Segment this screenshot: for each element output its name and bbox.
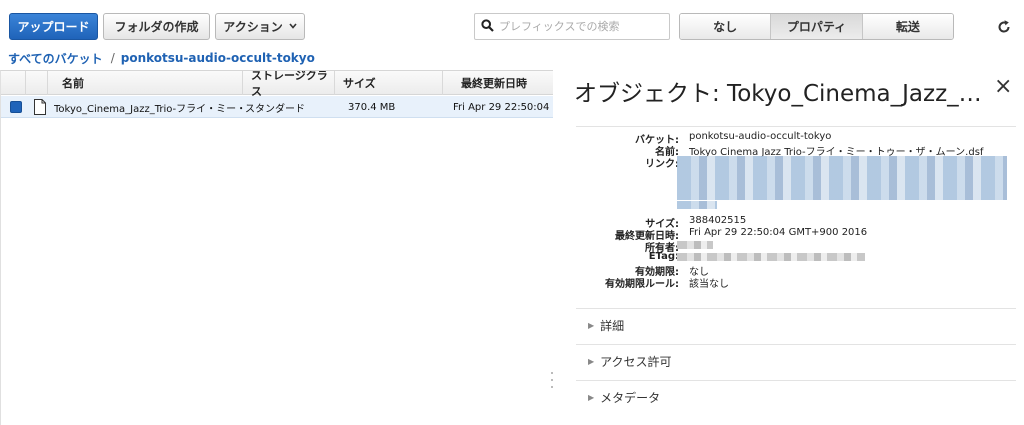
breadcrumb-separator: / — [110, 51, 115, 65]
breadcrumb: すべてのバケット / ponkotsu-audio-occult-tokyo — [8, 50, 315, 66]
prop-expiry-rule-value: 該当なし — [689, 279, 729, 290]
row-modified: Fri Apr 29 22:50:04 G — [453, 101, 553, 113]
segment-properties[interactable]: プロパティ — [771, 14, 863, 39]
actions-button-label: アクション — [223, 20, 283, 34]
expand-triangle-icon: ▶ — [588, 321, 595, 330]
header-select-column — [1, 71, 26, 95]
create-folder-button-label: フォルダの作成 — [114, 20, 199, 34]
file-icon — [33, 99, 47, 115]
refresh-icon[interactable] — [994, 16, 1014, 38]
column-header-modified[interactable]: 最終更新日時 — [443, 71, 553, 95]
prop-etag-label: ETag: — [648, 251, 679, 262]
object-properties: バケット: ponkotsu-audio-occult-tokyo 名前: To… — [576, 126, 1016, 306]
row-name[interactable]: Tokyo_Cinema_Jazz_Trio-フライ・ミー・… — [54, 96, 243, 118]
row-size: 370.4 MB — [348, 101, 396, 113]
breadcrumb-all-buckets[interactable]: すべてのバケット — [8, 50, 103, 67]
s3-console: アップロード フォルダの作成 アクション なし プロパティ 転送 すべてのバ — [0, 0, 1024, 425]
section-details-label: 詳細 — [600, 319, 625, 333]
search-box[interactable] — [474, 13, 670, 40]
prop-expiry-rule-label: 有効期限ルール: — [605, 279, 679, 290]
column-header-size[interactable]: サイズ — [335, 71, 443, 95]
breadcrumb-bucket[interactable]: ponkotsu-audio-occult-tokyo — [121, 51, 315, 65]
section-metadata[interactable]: ▶ メタデータ — [576, 380, 1016, 414]
upload-button-label: アップロード — [17, 20, 90, 34]
prop-link-value-redacted-tail — [677, 201, 717, 209]
segment-none[interactable]: なし — [680, 14, 772, 39]
column-header-storage-class[interactable]: ストレージクラス — [243, 71, 335, 98]
segment-transfers[interactable]: 転送 — [862, 14, 953, 39]
prop-bucket-value: ponkotsu-audio-occult-tokyo — [689, 131, 832, 142]
close-icon[interactable]: × — [994, 76, 1012, 98]
row-storage-class: スタンダード — [245, 103, 305, 115]
panel-title: オブジェクト: Tokyo_Cinema_Jazz_T… — [574, 81, 994, 107]
upload-button[interactable]: アップロード — [9, 13, 98, 40]
header-icon-column — [26, 71, 48, 95]
prop-link-value-redacted[interactable] — [677, 156, 1007, 200]
view-segmented-control: なし プロパティ 転送 — [679, 13, 954, 40]
row-checkbox[interactable] — [10, 101, 22, 113]
prop-owner-value-redacted — [677, 241, 713, 249]
section-permissions-label: アクセス許可 — [600, 355, 672, 369]
prop-size-value: 388402515 — [689, 215, 747, 226]
prop-link-label: リンク: — [645, 159, 679, 170]
expand-triangle-icon: ▶ — [588, 393, 595, 402]
chevron-down-icon — [289, 22, 297, 32]
list-header: 名前 ストレージクラス サイズ 最終更新日時 — [1, 71, 553, 98]
object-list: 名前 ストレージクラス サイズ 最終更新日時 Tokyo_Cinema_Jazz… — [0, 70, 553, 425]
properties-panel: オブジェクト: Tokyo_Cinema_Jazz_T… × バケット: pon… — [562, 66, 1024, 425]
toolbar: アップロード フォルダの作成 アクション なし プロパティ 転送 — [0, 0, 1024, 50]
section-metadata-label: メタデータ — [600, 391, 661, 405]
search-icon — [481, 18, 494, 35]
create-folder-button[interactable]: フォルダの作成 — [103, 13, 210, 40]
section-permissions[interactable]: ▶ アクセス許可 — [576, 344, 1016, 378]
column-header-name[interactable]: 名前 — [48, 71, 243, 95]
actions-dropdown-button[interactable]: アクション — [215, 13, 305, 40]
expand-triangle-icon: ▶ — [588, 357, 595, 366]
pane-resize-handle[interactable] — [551, 372, 554, 388]
prop-modified-value: Fri Apr 29 22:50:04 GMT+900 2016 — [689, 227, 868, 238]
search-input[interactable] — [499, 20, 659, 33]
prop-etag-value-redacted — [677, 253, 865, 261]
table-row[interactable]: Tokyo_Cinema_Jazz_Trio-フライ・ミー・… スタンダード 3… — [1, 96, 553, 118]
section-details[interactable]: ▶ 詳細 — [576, 308, 1016, 342]
